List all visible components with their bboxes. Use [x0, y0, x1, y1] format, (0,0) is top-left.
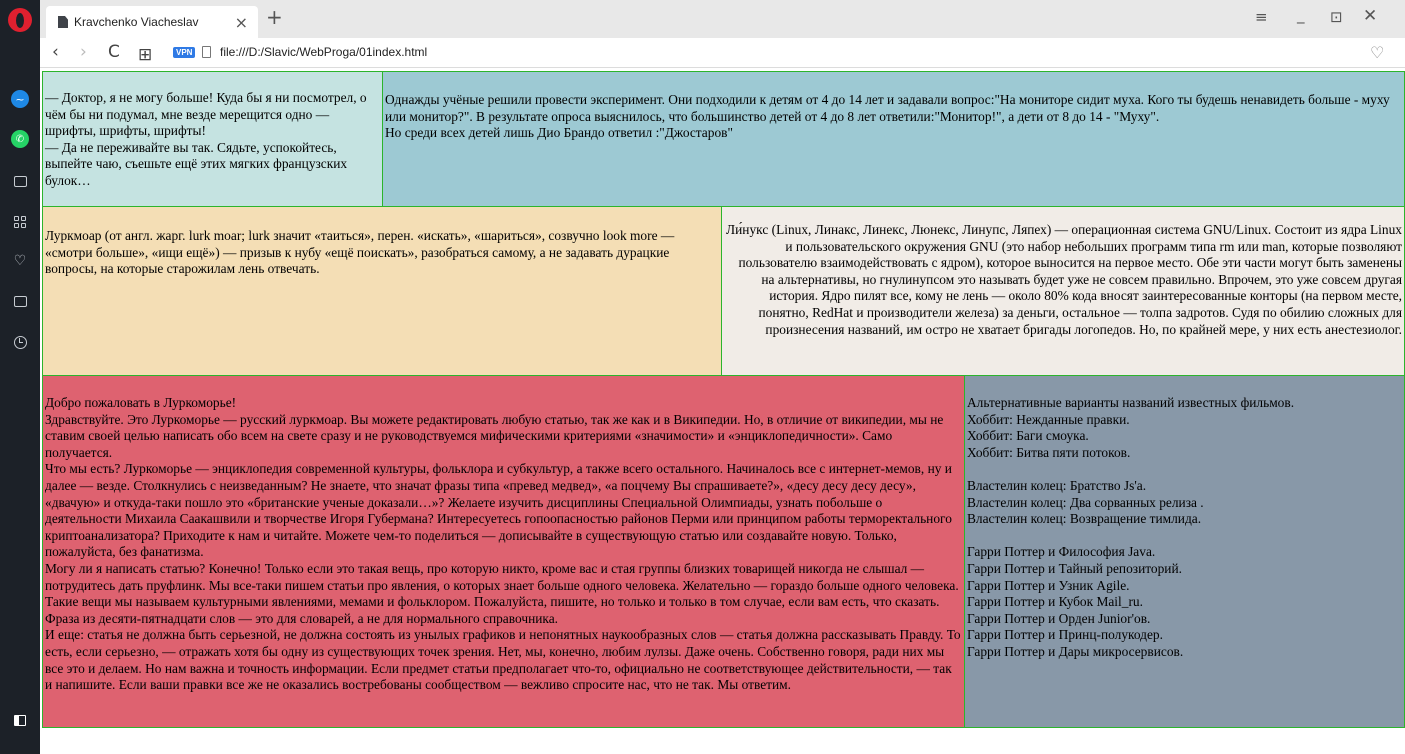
film-line: Гарри Поттер и Узник Agile.: [967, 577, 1130, 593]
tab-active[interactable]: Kravchenko Viacheslav ×: [46, 6, 258, 38]
film-line: Властелин колец: Братство Js'a.: [967, 477, 1147, 493]
heart-icon[interactable]: ♡: [10, 251, 30, 271]
welcome-line: Что мы есть? Луркоморье — энциклопедия с…: [45, 461, 952, 560]
url-field[interactable]: file:///D:/Slavic/WebProga/01index.html: [220, 45, 427, 59]
film-line: Хоббит: Битва пяти потоков.: [967, 444, 1131, 460]
vpn-badge[interactable]: VPN: [173, 47, 196, 58]
back-button[interactable]: ‹: [52, 43, 59, 61]
lurkmore-cell: Луркмоар (от англ. жарг. lurk moar; lurk…: [42, 206, 722, 376]
tab-title: Kravchenko Viacheslav: [74, 15, 199, 29]
lurkmore-text: Луркмоар (от англ. жарг. lurk moar; lurk…: [45, 228, 675, 277]
joke-doctor-cell: — Доктор, я не могу больше! Куда бы я ни…: [42, 71, 383, 207]
film-line: Гарри Поттер и Дары микросервисов.: [967, 643, 1184, 659]
film-line: Властелин колец: Два сорванных релиза .: [967, 494, 1204, 510]
film-line: Гарри Поттер и Тайный репозиторий.: [967, 560, 1182, 576]
camera-icon[interactable]: [10, 171, 30, 191]
speed-dial-icon[interactable]: [10, 212, 30, 232]
film-line: Гарри Поттер и Принц-полукодер.: [967, 627, 1163, 643]
opera-logo-icon[interactable]: [8, 8, 32, 32]
film-line: Хоббит: Баги смоука.: [967, 428, 1089, 444]
address-bar: ‹ › C ⊞ VPN file:///D:/Slavic/WebProga/0…: [40, 38, 1405, 68]
linux-text: Ли́нукс (Linux, Линакс, Линекс, Люнекс, …: [726, 222, 1402, 337]
news-icon[interactable]: [10, 291, 30, 311]
welcome-line: Здравствуйте. Это Луркоморье — русский л…: [45, 411, 944, 460]
film-spacer: [967, 461, 1402, 478]
experiment-line: Однажды учёные решили провести экспериме…: [385, 92, 1390, 124]
experiment-cell: Однажды учёные решили провести экспериме…: [382, 71, 1405, 207]
maximize-button[interactable]: ⊡: [1330, 8, 1343, 26]
whatsapp-icon[interactable]: ✆: [10, 129, 30, 149]
panel-toggle-icon[interactable]: [10, 710, 30, 730]
film-line: Гарри Поттер и Кубок Mail_ru.: [967, 594, 1143, 610]
opera-sidebar: ~ ✆ ♡: [0, 0, 40, 754]
new-tab-button[interactable]: +: [266, 7, 283, 27]
messenger-icon[interactable]: ~: [10, 89, 30, 109]
welcome-line: Могу ли я написать статью? Конечно! Толь…: [45, 560, 959, 626]
bookmark-heart-icon[interactable]: ♡: [1370, 43, 1384, 62]
film-spacer: [967, 528, 1402, 545]
films-cell: Альтернативные варианты названий известн…: [964, 375, 1405, 728]
page-info-icon[interactable]: [202, 46, 211, 58]
close-window-button[interactable]: ✕: [1363, 6, 1377, 26]
tab-menu-icon[interactable]: ≡: [1255, 8, 1268, 26]
page-content: — Доктор, я не могу больше! Куда бы я ни…: [40, 70, 1405, 754]
history-icon[interactable]: [10, 332, 30, 352]
welcome-cell: Добро пожаловать в Луркоморье! Здравству…: [42, 375, 965, 728]
document-icon: [58, 16, 68, 28]
film-line: Гарри Поттер и Орден Junior'ов.: [967, 610, 1151, 626]
forward-button[interactable]: ›: [80, 43, 87, 61]
film-line: Альтернативные варианты названий известн…: [967, 395, 1295, 410]
film-line: Хоббит: Нежданные правки.: [967, 411, 1130, 427]
welcome-line: И еще: статья не должна быть серьезной, …: [45, 627, 961, 693]
reload-button[interactable]: C: [108, 43, 120, 61]
tab-bar: Kravchenko Viacheslav × + ≡ _ ⊡ ✕: [40, 0, 1405, 38]
film-line: Гарри Поттер и Философия Java.: [967, 544, 1156, 560]
tab-close-icon[interactable]: ×: [235, 13, 248, 32]
film-line: Властелин колец: Возвращение тимлида.: [967, 511, 1202, 527]
welcome-line: Добро пожаловать в Луркоморье!: [45, 395, 237, 410]
speed-dial-button[interactable]: ⊞: [138, 46, 152, 64]
joke-line: — Доктор, я не могу больше! Куда бы я ни…: [45, 90, 367, 139]
experiment-line: Но среди всех детей лишь Дио Брандо отве…: [385, 125, 733, 141]
joke-line: — Да не переживайте вы так. Сядьте, успо…: [45, 139, 348, 188]
linux-cell: Ли́нукс (Linux, Линакс, Линекс, Люнекс, …: [721, 206, 1405, 376]
minimize-button[interactable]: _: [1297, 6, 1305, 24]
